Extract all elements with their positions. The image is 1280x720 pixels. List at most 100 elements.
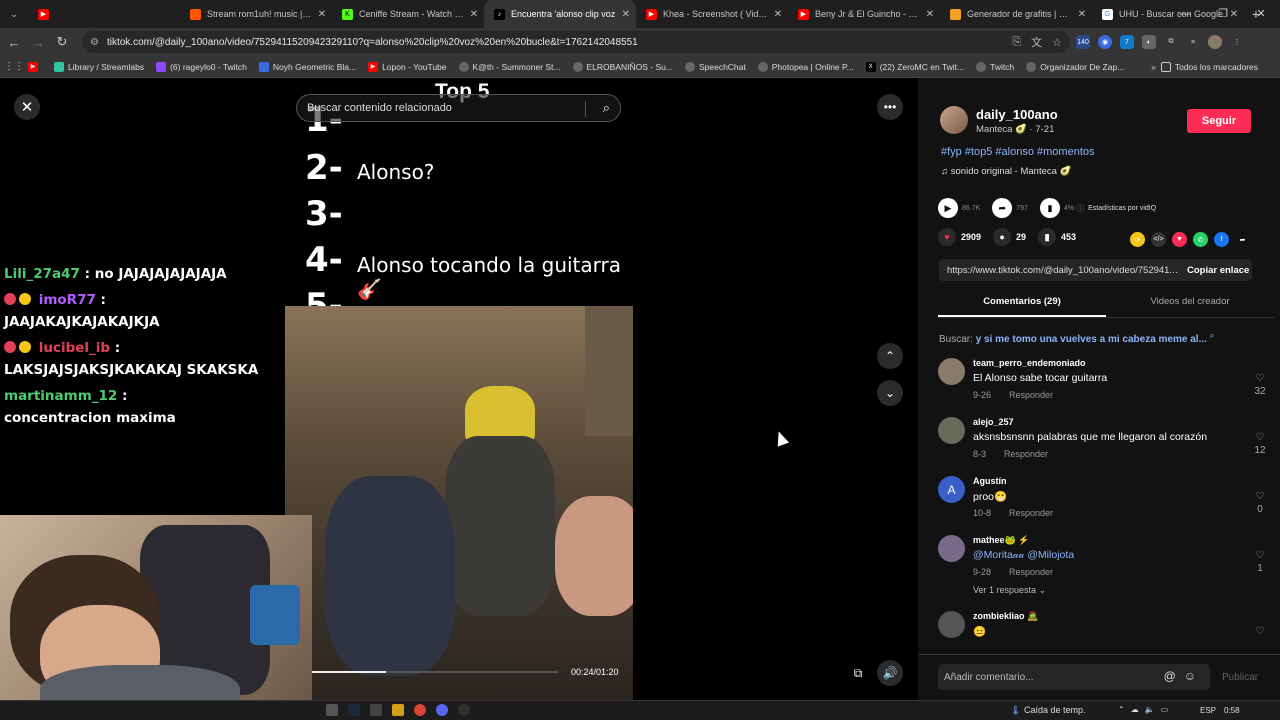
author-name[interactable]: daily_100ano	[976, 107, 1058, 122]
close-tab-icon[interactable]: ✕	[926, 9, 934, 20]
bookmark-item[interactable]: ▶ Lopon - YouTube	[368, 61, 447, 72]
comment-input[interactable]: Añadir comentario... @☺	[938, 664, 1210, 690]
close-window-icon[interactable]: ✕	[1242, 0, 1280, 28]
comment-like[interactable]: ♡ 12	[1250, 432, 1270, 456]
translate-icon[interactable]: 文	[1031, 34, 1042, 50]
forward-icon[interactable]: →	[26, 35, 50, 50]
comment-username[interactable]: mathee🐸 ⚡	[973, 535, 1029, 546]
facebook-icon[interactable]: f	[1214, 232, 1229, 247]
like-button[interactable]: ♥ 2909	[938, 228, 981, 246]
browser-tab[interactable]: ▶	[28, 0, 180, 28]
weather-widget[interactable]: 🌡 Caída de temp.	[1010, 705, 1086, 716]
close-icon[interactable]: ✕	[14, 94, 40, 120]
obs-icon[interactable]	[458, 704, 470, 716]
close-tab-icon[interactable]: ✕	[318, 9, 326, 20]
battery-icon[interactable]: ▭	[1161, 705, 1169, 714]
bookmark-youtube[interactable]: ▶	[28, 61, 42, 72]
embed-icon[interactable]: </>	[1151, 232, 1166, 247]
avatar[interactable]	[938, 417, 965, 444]
reply-button[interactable]: Responder	[1009, 390, 1053, 400]
bookmark-item[interactable]: (6) rageylo0 - Twitch	[156, 61, 247, 72]
close-tab-icon[interactable]: ✕	[774, 9, 782, 20]
save-button[interactable]: ▮ 453	[1038, 228, 1076, 246]
language-indicator[interactable]: ESP	[1200, 706, 1216, 715]
browser-tab[interactable]: KCeniffe Stream - Watch Live on✕	[332, 0, 484, 28]
taskbar-app-icon[interactable]	[392, 704, 404, 716]
comment-username[interactable]: alejo_257	[973, 417, 1014, 427]
browser-tab-active[interactable]: ♪ Encuentra 'alonso clip voz ✕	[484, 0, 636, 28]
repost-icon[interactable]: ⟳	[1130, 232, 1145, 247]
reply-button[interactable]: Responder	[1009, 508, 1053, 518]
search-icon[interactable]: ⌕	[603, 100, 610, 116]
extension-icon[interactable]: 7	[1120, 35, 1134, 49]
tray-chevron-icon[interactable]: ⌃	[1118, 705, 1125, 714]
miniplayer-icon[interactable]: ⧉	[845, 660, 871, 686]
music-label[interactable]: ♫ sonido original - Manteca 🥑	[941, 166, 1071, 177]
comments-button[interactable]: ● 29	[993, 228, 1026, 246]
reply-button[interactable]: Responder	[1004, 449, 1048, 459]
tab-creator-videos[interactable]: Videos del creador	[1106, 290, 1274, 317]
avatar[interactable]	[940, 106, 968, 134]
chrome-icon[interactable]	[414, 704, 426, 716]
reading-list-icon[interactable]: ≡	[1186, 35, 1200, 49]
close-tab-icon[interactable]: ✕	[470, 9, 478, 20]
restore-icon[interactable]: ❐	[1204, 0, 1242, 28]
post-button[interactable]: Publicar	[1222, 672, 1258, 683]
send-icon[interactable]: ▼	[1172, 232, 1187, 247]
browser-tab[interactable]: ▶Beny Jr & El Guincho - Comba✕	[788, 0, 940, 28]
related-search-input[interactable]: Buscar contenido relacionado ⌕	[296, 94, 621, 122]
bookmark-item[interactable]: Noyh Geometric Bla...	[258, 61, 356, 72]
avatar[interactable]: A	[938, 476, 965, 503]
comment-like[interactable]: ♡	[1250, 626, 1270, 637]
video-progress-bar[interactable]	[312, 671, 558, 673]
bookmark-item[interactable]: SpeechChat	[684, 61, 746, 72]
avatar[interactable]	[938, 535, 965, 562]
back-icon[interactable]: ←	[2, 35, 26, 50]
comment-username[interactable]: zombiekliao 🧟	[973, 611, 1038, 622]
chevron-down-icon[interactable]: ⌄	[877, 380, 903, 406]
minimize-icon[interactable]: —	[1166, 0, 1204, 28]
comment-username[interactable]: team_perro_endemoniado	[973, 358, 1086, 368]
taskbar-app-icon[interactable]	[326, 704, 338, 716]
related-search-suggestion[interactable]: Buscar: y si me tomo una vuelves a mi ca…	[939, 331, 1214, 345]
close-tab-icon[interactable]: ✕	[622, 9, 630, 20]
avatar[interactable]	[938, 358, 965, 385]
comment-like[interactable]: ♡ 32	[1250, 373, 1270, 397]
bookmark-item[interactable]: Photopea | Online P...	[757, 61, 854, 72]
comment-like[interactable]: ♡ 0	[1250, 491, 1270, 515]
volume-icon[interactable]: 🔊	[877, 660, 903, 686]
bookmark-item[interactable]: Organizador De Zap...	[1026, 61, 1124, 72]
site-info-icon[interactable]: ⚙	[90, 37, 99, 48]
url-bar[interactable]: ⚙ tiktok.com/@daily_100ano/video/7529411…	[82, 31, 1070, 53]
comment-username[interactable]: Agustín	[973, 476, 1007, 486]
steam-icon[interactable]	[348, 704, 360, 716]
all-bookmarks-folder[interactable]: Todos los marcadores	[1160, 56, 1258, 78]
copy-link-button[interactable]: Copiar enlace	[1187, 265, 1249, 276]
discord-icon[interactable]	[436, 704, 448, 716]
avatar[interactable]	[938, 611, 965, 638]
video-link[interactable]: https://www.tiktok.com/@daily_100ano/vid…	[947, 265, 1179, 276]
hashtags[interactable]: #fyp #top5 #alonso #momentos	[941, 146, 1095, 158]
tab-search-icon[interactable]: ⌄	[0, 0, 28, 28]
comment-like[interactable]: ♡ 1	[1250, 550, 1270, 574]
clock[interactable]: 0:58	[1224, 706, 1240, 715]
bookmark-item[interactable]: X (22) ZeroMC en Twit...	[865, 61, 964, 72]
menu-kebab-icon[interactable]: ⋮	[1230, 35, 1244, 49]
extension-icon[interactable]: ◉	[1098, 35, 1112, 49]
browser-tab[interactable]: ▶Khea - Screenshot ( Video Ofi✕	[636, 0, 788, 28]
tab-comments[interactable]: Comentarios (29)	[938, 290, 1106, 317]
taskbar-app-icon[interactable]	[370, 704, 382, 716]
more-bookmarks-icon[interactable]: »	[1151, 56, 1156, 78]
install-icon[interactable]: ⎘	[1012, 36, 1021, 49]
share-more-icon[interactable]: ➦	[1235, 232, 1250, 247]
close-tab-icon[interactable]: ✕	[1078, 9, 1086, 20]
follow-button[interactable]: Seguir	[1187, 109, 1251, 133]
mention-emoji-icons[interactable]: @☺	[1164, 669, 1204, 683]
bookmark-item[interactable]: K@th - Summoner St...	[458, 61, 561, 72]
whatsapp-icon[interactable]: ✆	[1193, 232, 1208, 247]
volume-tray-icon[interactable]: 🔈	[1145, 705, 1155, 714]
extension-badge-icon[interactable]: 140	[1076, 35, 1090, 49]
video-player[interactable]: Top 5 1- 2- Alonso? 3- 4- Alonso tocando…	[285, 78, 633, 700]
bookmark-star-icon[interactable]: ☆	[1052, 36, 1062, 49]
bookmark-item[interactable]: ELROBANIÑOS - Su...	[572, 61, 673, 72]
